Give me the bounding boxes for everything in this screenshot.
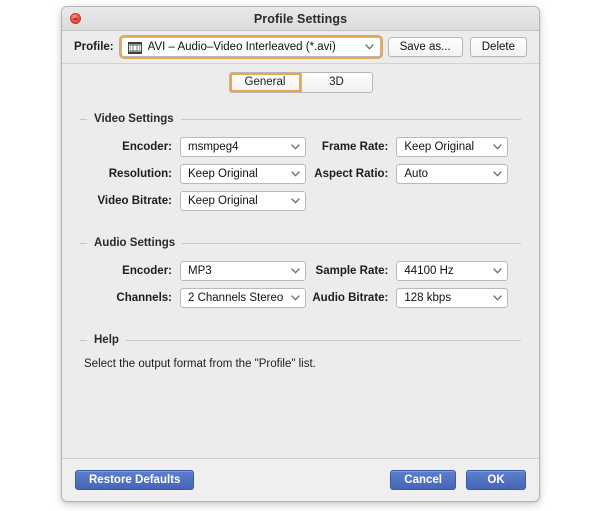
legend-lead-line [80, 339, 87, 341]
delete-button[interactable]: Delete [469, 37, 527, 57]
close-icon[interactable] [70, 13, 81, 24]
video-encoder-field: Encoder: msmpeg4 [80, 136, 308, 157]
help-legend: Help [94, 334, 119, 346]
chevron-down-icon [493, 294, 502, 301]
video-row-3: Video Bitrate: Keep Original [80, 187, 521, 214]
legend-lead-line [80, 118, 87, 120]
cancel-button[interactable]: Cancel [390, 470, 456, 490]
audio-encoder-select[interactable]: MP3 [180, 260, 306, 281]
video-framerate-select[interactable]: Keep Original [396, 136, 508, 157]
window-title: Profile Settings [253, 11, 348, 26]
video-encoder-select[interactable]: msmpeg4 [180, 136, 306, 157]
audio-encoder-field: Encoder: MP3 [80, 260, 308, 281]
chevron-down-icon [291, 294, 300, 301]
video-bitrate-value: Keep Original [188, 194, 258, 207]
legend-rule [182, 242, 521, 244]
audio-settings-legend: Audio Settings [94, 237, 176, 249]
video-bitrate-select[interactable]: Keep Original [180, 190, 306, 211]
audio-bitrate-field: Audio Bitrate: 128 kbps [308, 287, 508, 308]
video-bitrate-field: Video Bitrate: Keep Original [80, 190, 308, 211]
audio-channels-label: Channels: [116, 291, 172, 304]
audio-bitrate-label: Audio Bitrate: [312, 291, 389, 304]
audio-bitrate-value: 128 kbps [404, 291, 452, 304]
audio-samplerate-label: Sample Rate: [315, 264, 389, 277]
save-as-button[interactable]: Save as... [387, 37, 463, 57]
video-resolution-field: Resolution: Keep Original [80, 163, 308, 184]
chevron-down-icon [493, 267, 502, 274]
audio-row-2: Channels: 2 Channels Stereo Audio Bitrat… [80, 284, 521, 311]
video-aspectratio-label: Aspect Ratio: [314, 167, 389, 180]
audio-bitrate-select[interactable]: 128 kbps [396, 287, 508, 308]
legend-lead-line [80, 242, 87, 244]
audio-row-1: Encoder: MP3 Sample Rate: 44100 Hz [80, 257, 521, 284]
video-framerate-value: Keep Original [404, 140, 475, 153]
chevron-down-icon [493, 170, 502, 177]
help-section: Help Select the output format from the "… [80, 333, 521, 370]
video-bitrate-label: Video Bitrate: [97, 194, 172, 207]
chevron-down-icon [364, 44, 374, 50]
video-aspectratio-value: Auto [404, 167, 429, 180]
profile-settings-window: Profile Settings Profile: AVI – Audio–Vi… [61, 6, 540, 502]
window-titlebar: Profile Settings [62, 7, 539, 31]
settings-content: Video Settings Encoder: msmpeg4 Frame Ra… [62, 100, 539, 458]
audio-samplerate-field: Sample Rate: 44100 Hz [308, 260, 508, 281]
tabstrip-container: General 3D [62, 64, 539, 100]
audio-encoder-label: Encoder: [122, 264, 172, 277]
video-framerate-label: Frame Rate: [321, 140, 389, 153]
video-aspectratio-select[interactable]: Auto [396, 163, 508, 184]
profile-label: Profile: [74, 41, 114, 53]
ok-button[interactable]: OK [466, 470, 526, 490]
restore-defaults-button[interactable]: Restore Defaults [75, 470, 195, 490]
help-text: Select the output format from the "Profi… [84, 358, 316, 370]
video-encoder-label: Encoder: [122, 140, 172, 153]
video-resolution-value: Keep Original [188, 167, 258, 180]
legend-rule [125, 339, 521, 341]
video-settings-legend: Video Settings [94, 113, 174, 125]
profile-selected-value: AVI – Audio–Video Interleaved (*.avi) [147, 41, 336, 53]
audio-settings-legend-row: Audio Settings [80, 236, 521, 250]
chevron-down-icon [493, 143, 502, 150]
audio-samplerate-value: 44100 Hz [404, 264, 454, 277]
chevron-down-icon [291, 197, 300, 204]
film-strip-icon [127, 41, 142, 54]
video-encoder-value: msmpeg4 [188, 140, 239, 153]
audio-samplerate-select[interactable]: 44100 Hz [396, 260, 508, 281]
video-resolution-select[interactable]: Keep Original [180, 163, 306, 184]
audio-settings-rows: Encoder: MP3 Sample Rate: 44100 Hz Chann… [80, 250, 521, 311]
chevron-down-icon [291, 267, 300, 274]
video-settings-legend-row: Video Settings [80, 112, 521, 126]
chevron-down-icon [291, 143, 300, 150]
video-framerate-field: Frame Rate: Keep Original [308, 136, 508, 157]
audio-channels-value: 2 Channels Stereo [188, 291, 284, 304]
profile-bar: Profile: AVI – Audio–Video Interleaved (… [62, 31, 539, 64]
video-resolution-label: Resolution: [108, 167, 172, 180]
chevron-down-icon [291, 170, 300, 177]
profile-select[interactable]: AVI – Audio–Video Interleaved (*.avi) [120, 37, 381, 57]
legend-rule [180, 118, 521, 120]
audio-settings-section: Audio Settings Encoder: MP3 Sample Rate:… [80, 236, 521, 311]
dialog-footer: Restore Defaults Cancel OK [62, 458, 539, 501]
video-settings-rows: Encoder: msmpeg4 Frame Rate: Keep Origin… [80, 126, 521, 214]
tab-3d[interactable]: 3D [300, 72, 372, 92]
audio-channels-field: Channels: 2 Channels Stereo [80, 287, 308, 308]
video-row-2: Resolution: Keep Original Aspect Ratio: … [80, 160, 521, 187]
video-row-1: Encoder: msmpeg4 Frame Rate: Keep Origin… [80, 133, 521, 160]
video-settings-section: Video Settings Encoder: msmpeg4 Frame Ra… [80, 112, 521, 214]
audio-encoder-value: MP3 [188, 264, 212, 277]
tabstrip: General 3D [228, 71, 373, 93]
tab-general[interactable]: General [229, 72, 301, 92]
help-legend-row: Help [80, 333, 521, 347]
audio-channels-select[interactable]: 2 Channels Stereo [180, 287, 306, 308]
video-aspectratio-field: Aspect Ratio: Auto [308, 163, 508, 184]
